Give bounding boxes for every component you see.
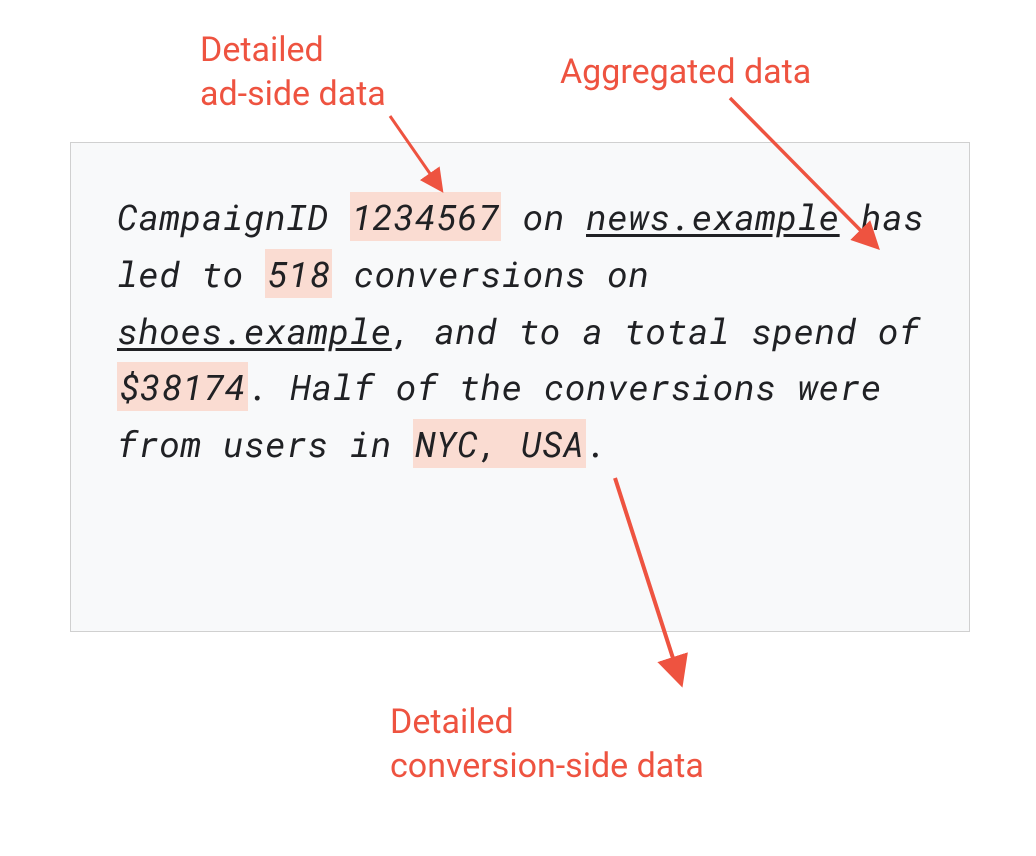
label-bottom-line-1: Detailed [390, 702, 514, 742]
text-on: on [501, 193, 586, 240]
label-detailed-ad-side: Detailed ad-side data [200, 28, 386, 116]
link-news-domain: news.example [586, 193, 840, 240]
text-total-spend: , and to a total spend of [392, 307, 920, 354]
diagram-container: Detailed ad-side data Aggregated data Ca… [0, 0, 1036, 856]
highlight-conversions: 518 [265, 249, 332, 298]
text-prefix-campaign: CampaignID [117, 193, 350, 240]
text-period: . [586, 420, 607, 467]
label-detailed-conversion-side: Detailed conversion-side data [390, 700, 704, 788]
label-line-2: ad-side data [200, 74, 386, 114]
label-line-1: Detailed [200, 30, 324, 70]
label-text: Aggregated data [560, 52, 811, 92]
link-shoes-domain: shoes.example [117, 307, 392, 354]
highlight-spend: $38174 [117, 362, 248, 411]
highlight-campaign-id: 1234567 [350, 192, 502, 241]
label-bottom-line-2: conversion-side data [390, 746, 704, 786]
label-aggregated-data: Aggregated data [560, 50, 811, 94]
highlight-location: NYC, USA [413, 419, 586, 468]
content-box: CampaignID 1234567 on news.example has l… [70, 142, 970, 632]
text-conversions-on: conversions on [332, 250, 649, 297]
content-paragraph: CampaignID 1234567 on news.example has l… [117, 189, 929, 473]
